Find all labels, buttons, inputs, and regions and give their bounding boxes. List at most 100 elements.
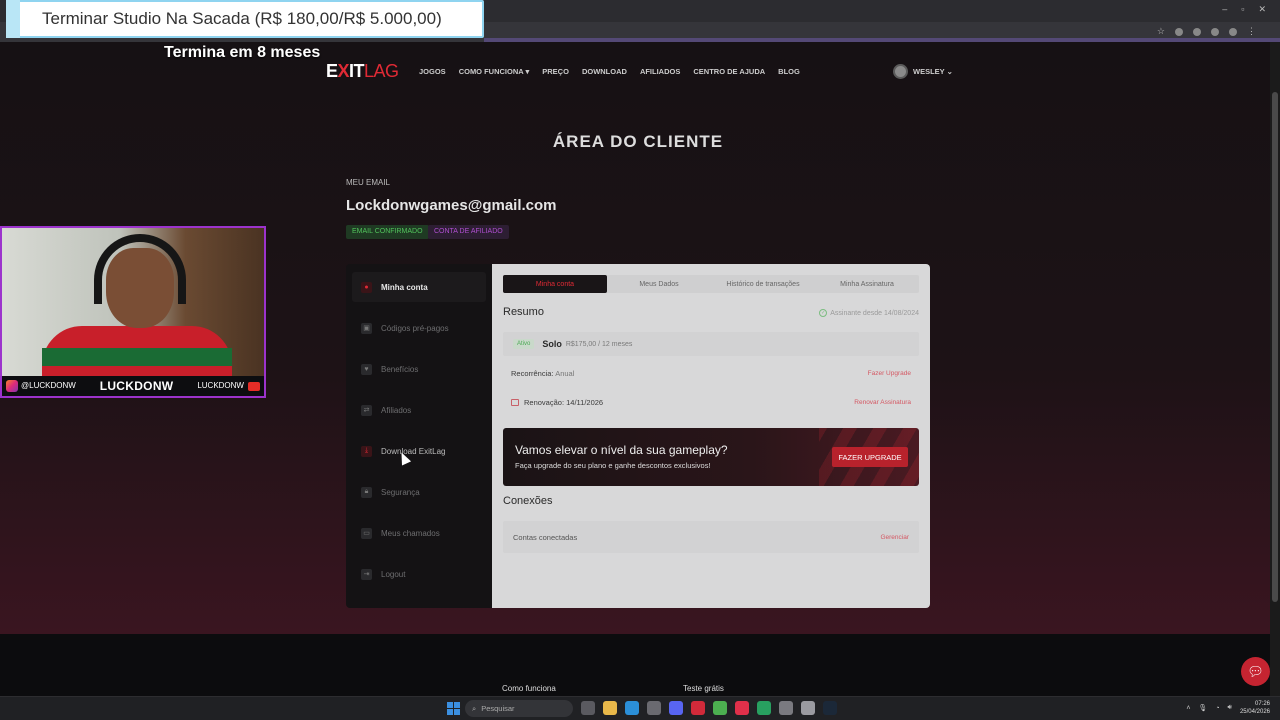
clock[interactable]: 07:26 25/04/2026 bbox=[1240, 700, 1270, 716]
tab-minha-conta[interactable]: Minha conta bbox=[503, 275, 607, 293]
footer-link[interactable]: Teste grátis bbox=[683, 684, 724, 693]
nav-item[interactable]: DOWNLOAD bbox=[582, 67, 627, 76]
account-email: Lockdonwgames@gmail.com bbox=[346, 197, 557, 214]
chevron-up-icon[interactable]: ˄ bbox=[1186, 705, 1190, 712]
sidebar-item-afiliados[interactable]: ⇄ Afiliados bbox=[352, 395, 486, 425]
app-icon[interactable] bbox=[757, 701, 771, 715]
opera-icon[interactable] bbox=[691, 701, 705, 715]
exitlag-logo[interactable]: EXITLAG bbox=[326, 61, 399, 82]
upgrade-button[interactable]: FAZER UPGRADE bbox=[832, 447, 908, 467]
plan-row: Ativo Solo R$175,00 / 12 meses bbox=[503, 332, 919, 356]
extension-icon[interactable] bbox=[1193, 27, 1201, 36]
taskbar-apps bbox=[581, 701, 837, 715]
sidebar-item-label: Benefícios bbox=[381, 364, 419, 374]
nav-item[interactable]: COMO FUNCIONA ▾ bbox=[459, 67, 530, 76]
file-explorer-icon[interactable] bbox=[603, 701, 617, 715]
nav-item[interactable]: PREÇO bbox=[542, 67, 569, 76]
upgrade-link[interactable]: Fazer Upgrade bbox=[868, 370, 911, 377]
sidebar-item-beneficios[interactable]: ♥ Benefícios bbox=[352, 354, 486, 384]
chrome-icon[interactable] bbox=[713, 701, 727, 715]
avatar bbox=[893, 64, 908, 79]
more-menu-icon[interactable]: ⋮ bbox=[1247, 26, 1256, 37]
lock-icon: 🔒︎ bbox=[361, 486, 372, 498]
account-panel: Minha conta Meus Dados Histórico de tran… bbox=[492, 264, 930, 608]
app-icon[interactable] bbox=[801, 701, 815, 715]
sidebar-item-chamados[interactable]: ▭ Meus chamados bbox=[352, 518, 486, 548]
sidebar-item-label: Códigos pré-pagos bbox=[381, 323, 449, 333]
profile-icon[interactable] bbox=[1229, 27, 1237, 36]
user-icon: ● bbox=[361, 281, 372, 293]
nav-item[interactable]: AFILIADOS bbox=[640, 67, 680, 76]
scroll-thumb[interactable] bbox=[1272, 92, 1278, 602]
plan-price: R$175,00 / 12 meses bbox=[565, 340, 633, 348]
renewal-text: Renovação: 14/11/2026 bbox=[524, 397, 604, 407]
tab-assinatura[interactable]: Minha Assinatura bbox=[815, 275, 919, 293]
sidebar-item-minha-conta[interactable]: ● Minha conta bbox=[352, 272, 486, 302]
edge-icon[interactable] bbox=[625, 701, 639, 715]
taskbar-search[interactable]: ⌕ Pesquisar bbox=[465, 700, 573, 717]
renew-link[interactable]: Renovar Assinatura bbox=[854, 399, 911, 406]
email-confirmed-badge: EMAIL CONFIRMADO bbox=[346, 225, 429, 239]
steam-icon[interactable] bbox=[823, 701, 837, 715]
sidebar-item-logout[interactable]: ⇥ Logout bbox=[352, 559, 486, 589]
subscriber-since: ✓ Assinante desde 14/08/2024 bbox=[819, 309, 919, 317]
download-icon: ⤓ bbox=[361, 445, 372, 457]
minimize-icon[interactable]: – bbox=[1222, 4, 1227, 15]
bookmark-star-icon[interactable]: ☆ bbox=[1157, 26, 1165, 37]
nav-item[interactable]: BLOG bbox=[778, 67, 800, 76]
windows-start-icon[interactable] bbox=[447, 702, 460, 715]
footer-link[interactable]: Como funciona bbox=[502, 684, 556, 693]
sidebar-item-label: Meus chamados bbox=[381, 528, 440, 538]
sidebar-item-label: Segurança bbox=[381, 487, 420, 497]
sidebar-item-codigos[interactable]: ▣ Códigos pré-pagos bbox=[352, 313, 486, 343]
heart-icon: ♥ bbox=[361, 363, 372, 375]
swap-icon: ⇄ bbox=[361, 404, 372, 416]
task-view-icon[interactable] bbox=[581, 701, 595, 715]
account-tabs: Minha conta Meus Dados Histórico de tran… bbox=[503, 275, 919, 293]
discord-icon[interactable] bbox=[669, 701, 683, 715]
tab-historico[interactable]: Histórico de transações bbox=[711, 275, 815, 293]
extension-icon[interactable] bbox=[1175, 27, 1183, 36]
settings-icon[interactable] bbox=[779, 701, 793, 715]
wifi-icon[interactable]: ◔ bbox=[1215, 705, 1219, 712]
system-tray: ˄ 🎙︎ ◔ 🔊︎ 07:26 25/04/2026 bbox=[1186, 700, 1270, 716]
chat-support-button[interactable]: 💬︎ bbox=[1241, 657, 1270, 686]
search-icon: ⌕ bbox=[472, 703, 477, 713]
user-name: WESLEY ⌄ bbox=[913, 67, 953, 76]
music-icon[interactable] bbox=[735, 701, 749, 715]
store-icon[interactable] bbox=[647, 701, 661, 715]
youtube-handle: LUCKDONW bbox=[197, 381, 244, 391]
extension-icon[interactable] bbox=[1211, 27, 1219, 36]
sidebar-item-label: Download ExitLag bbox=[381, 446, 446, 456]
summary-title: Resumo bbox=[503, 306, 544, 318]
instagram-handle: @LUCKDONW bbox=[21, 381, 76, 391]
recurrence-row: Recorrência: Anual Fazer Upgrade bbox=[503, 363, 919, 383]
main-nav: JOGOS COMO FUNCIONA ▾ PREÇO DOWNLOAD AFI… bbox=[419, 67, 800, 76]
webcam-overlay: @LUCKDONW LUCKDONW LUCKDONW bbox=[0, 226, 266, 398]
ticket-icon: ▣ bbox=[361, 322, 372, 334]
affiliate-badge: CONTA DE AFILIADO bbox=[428, 225, 509, 239]
connections-title: Conexões bbox=[503, 495, 553, 507]
nav-item[interactable]: CENTRO DE AJUDA bbox=[693, 67, 765, 76]
chat-icon: 💬︎ bbox=[1247, 663, 1264, 679]
search-placeholder: Pesquisar bbox=[481, 704, 515, 713]
user-menu[interactable]: WESLEY ⌄ bbox=[893, 64, 953, 79]
webcam-name-bar: @LUCKDONW LUCKDONW LUCKDONW bbox=[2, 376, 264, 396]
connections-row: Contas conectadas Gerenciar bbox=[503, 521, 919, 553]
close-icon[interactable]: ✕ bbox=[1258, 4, 1266, 15]
sidebar-item-label: Minha conta bbox=[381, 282, 428, 292]
recurrence-info: Recorrência: Anual bbox=[511, 369, 574, 378]
site-footer bbox=[0, 634, 1270, 696]
maximize-icon[interactable]: ▫ bbox=[1241, 4, 1244, 15]
microphone-icon[interactable]: 🎙︎ bbox=[1198, 704, 1207, 712]
nav-item[interactable]: JOGOS bbox=[419, 67, 446, 76]
youtube-handle-group: LUCKDONW bbox=[197, 381, 260, 391]
channel-name: LUCKDONW bbox=[99, 379, 174, 393]
sidebar-item-download[interactable]: ⤓ Download ExitLag bbox=[352, 436, 486, 466]
account-sidebar: ● Minha conta ▣ Códigos pré-pagos ♥ Bene… bbox=[346, 264, 492, 608]
manage-link[interactable]: Gerenciar bbox=[880, 534, 909, 541]
volume-icon[interactable]: 🔊︎ bbox=[1228, 704, 1232, 712]
email-label: MEU EMAIL bbox=[346, 178, 391, 187]
tab-meus-dados[interactable]: Meus Dados bbox=[607, 275, 711, 293]
sidebar-item-seguranca[interactable]: 🔒︎ Segurança bbox=[352, 477, 486, 507]
